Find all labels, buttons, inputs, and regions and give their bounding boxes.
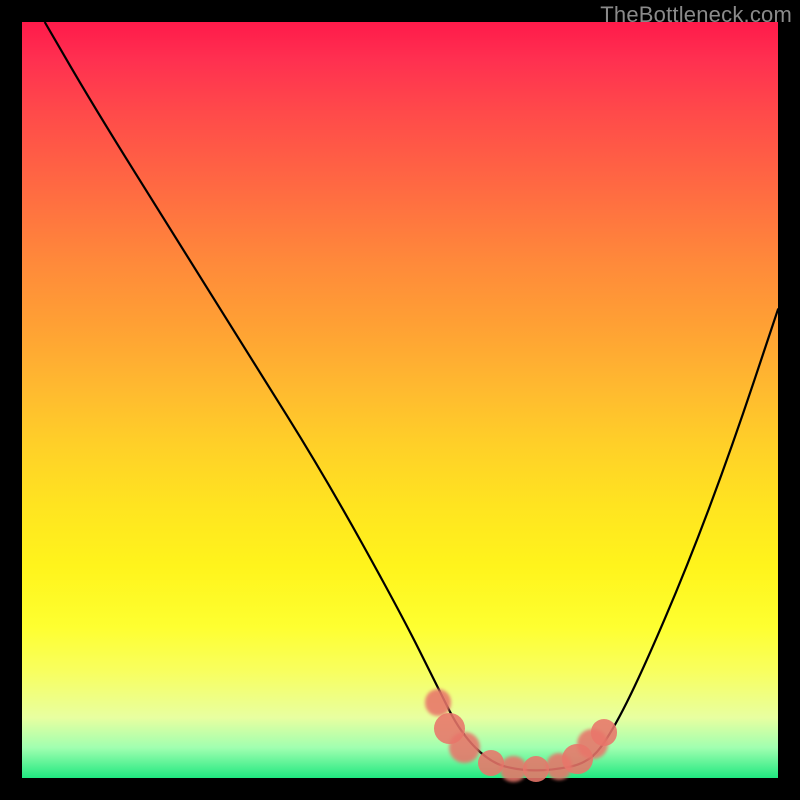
marker-point xyxy=(425,689,451,715)
chart-container: TheBottleneck.com xyxy=(0,0,800,800)
curve-layer xyxy=(22,22,778,778)
plot-area xyxy=(22,22,778,778)
bottleneck-curve xyxy=(45,22,778,770)
marker-point xyxy=(591,719,617,745)
marker-point xyxy=(449,732,480,763)
